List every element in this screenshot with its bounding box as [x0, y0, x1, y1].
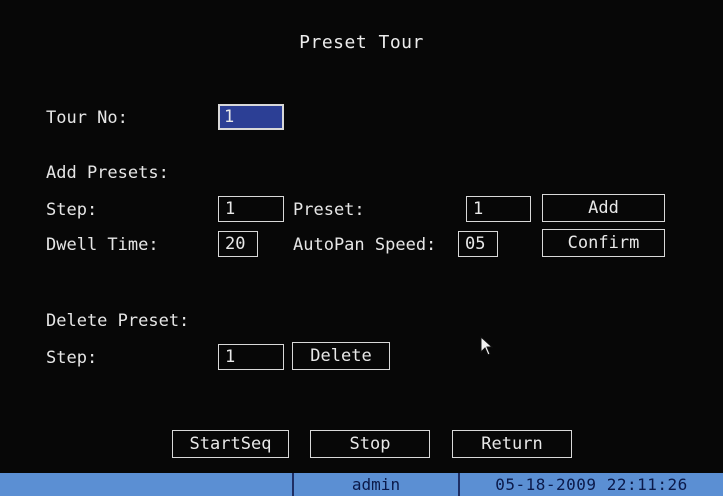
tour-no-label: Tour No:: [46, 108, 128, 128]
start-seq-button[interactable]: StartSeq: [172, 430, 289, 458]
mouse-pointer-icon: [480, 336, 494, 356]
status-bar: admin 05-18-2009 22:11:26: [0, 473, 723, 496]
add-step-field[interactable]: 1: [218, 196, 284, 222]
dwell-time-label: Dwell Time:: [46, 235, 159, 255]
preset-field[interactable]: 1: [466, 196, 531, 222]
add-button[interactable]: Add: [542, 194, 665, 222]
add-presets-section-label: Add Presets:: [46, 163, 169, 183]
autopan-speed-label: AutoPan Speed:: [293, 235, 437, 255]
autopan-speed-field[interactable]: 05: [458, 231, 498, 257]
preset-label: Preset:: [293, 200, 365, 220]
dwell-time-field[interactable]: 20: [218, 231, 258, 257]
confirm-button[interactable]: Confirm: [542, 229, 665, 257]
delete-preset-section-label: Delete Preset:: [46, 311, 190, 331]
dialog-title: Preset Tour: [299, 32, 424, 53]
delete-step-label: Step:: [46, 348, 98, 368]
return-button[interactable]: Return: [452, 430, 572, 458]
status-user: admin: [351, 475, 401, 494]
delete-step-field[interactable]: 1: [218, 344, 284, 370]
status-datetime: 05-18-2009 22:11:26: [495, 475, 688, 494]
stop-button[interactable]: Stop: [310, 430, 430, 458]
preset-tour-screen: Preset Tour Tour No: 1 Add Presets: Step…: [0, 0, 723, 496]
tour-no-field[interactable]: 1: [218, 104, 284, 130]
delete-button[interactable]: Delete: [292, 342, 390, 370]
add-step-label: Step:: [46, 200, 98, 220]
